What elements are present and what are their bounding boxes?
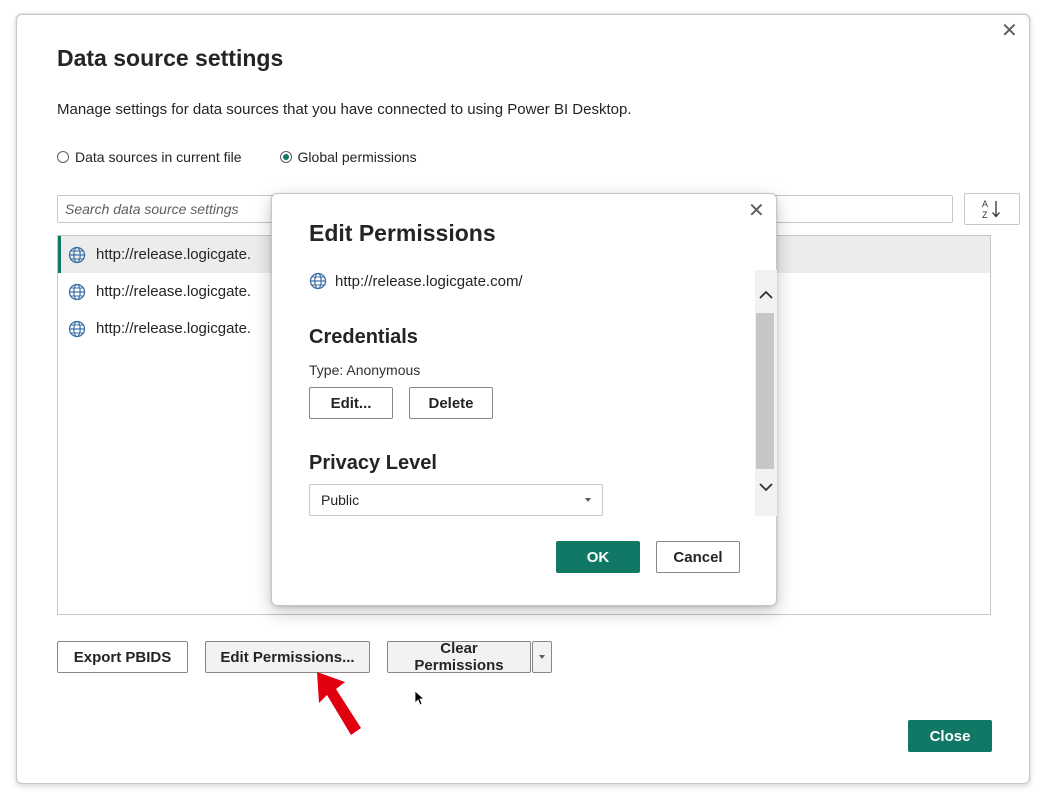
modal-title: Edit Permissions	[309, 220, 496, 246]
dropdown-arrow-icon	[585, 498, 591, 502]
privacy-level-heading: Privacy Level	[309, 452, 437, 474]
radio-label-global-permissions: Global permissions	[297, 149, 417, 165]
delete-credentials-button[interactable]: Delete	[409, 387, 493, 419]
privacy-level-select[interactable]: Public	[309, 484, 603, 516]
sort-button[interactable]: A Z	[964, 193, 1020, 225]
annotation-arrow-icon	[317, 672, 361, 735]
export-pbids-button[interactable]: Export PBIDS	[57, 641, 188, 673]
globe-icon	[309, 272, 327, 290]
scope-radio-group: Data sources in current file Global perm…	[57, 149, 417, 165]
mouse-cursor-icon	[414, 690, 426, 706]
globe-icon	[68, 246, 86, 263]
globe-icon	[68, 283, 86, 300]
clear-permissions-button[interactable]: Clear Permissions	[387, 640, 531, 674]
dialog-description: Manage settings for data sources that yo…	[57, 101, 632, 118]
scrollbar-thumb[interactable]	[756, 313, 774, 469]
credential-type: Type: Anonymous	[309, 362, 421, 378]
source-url: http://release.logicgate.	[96, 320, 252, 337]
ok-button[interactable]: OK	[556, 541, 640, 573]
sort-az-icon: A Z	[982, 199, 1000, 220]
dialog-title: Data source settings	[57, 45, 284, 71]
source-url: http://release.logicgate.	[96, 283, 252, 300]
radio-circle-current-file[interactable]	[57, 151, 69, 163]
svg-text:Z: Z	[982, 210, 988, 220]
close-button[interactable]: Close	[908, 720, 992, 752]
close-icon[interactable]: ✕	[1001, 21, 1018, 41]
cancel-button[interactable]: Cancel	[656, 541, 740, 573]
globe-icon	[68, 320, 86, 337]
dropdown-arrow-icon	[539, 655, 545, 659]
clear-permissions-dropdown[interactable]	[532, 641, 552, 673]
chevron-up-icon[interactable]	[758, 289, 774, 301]
svg-text:A: A	[982, 199, 988, 209]
source-url: http://release.logicgate.	[96, 246, 252, 263]
radio-global-permissions[interactable]: Global permissions	[279, 149, 417, 165]
edit-permissions-modal: ✕ Edit Permissions http://release.logicg…	[271, 193, 777, 606]
chevron-down-icon[interactable]	[758, 481, 774, 493]
modal-url-row: http://release.logicgate.com/	[309, 272, 523, 290]
privacy-level-value: Public	[321, 492, 360, 508]
radio-label-current-file: Data sources in current file	[75, 149, 242, 165]
radio-current-file[interactable]: Data sources in current file	[57, 149, 242, 165]
modal-url: http://release.logicgate.com/	[335, 272, 523, 290]
close-icon[interactable]: ✕	[748, 201, 765, 221]
edit-credentials-button[interactable]: Edit...	[309, 387, 393, 419]
credentials-heading: Credentials	[309, 326, 418, 348]
radio-circle-global-permissions[interactable]	[279, 151, 292, 163]
